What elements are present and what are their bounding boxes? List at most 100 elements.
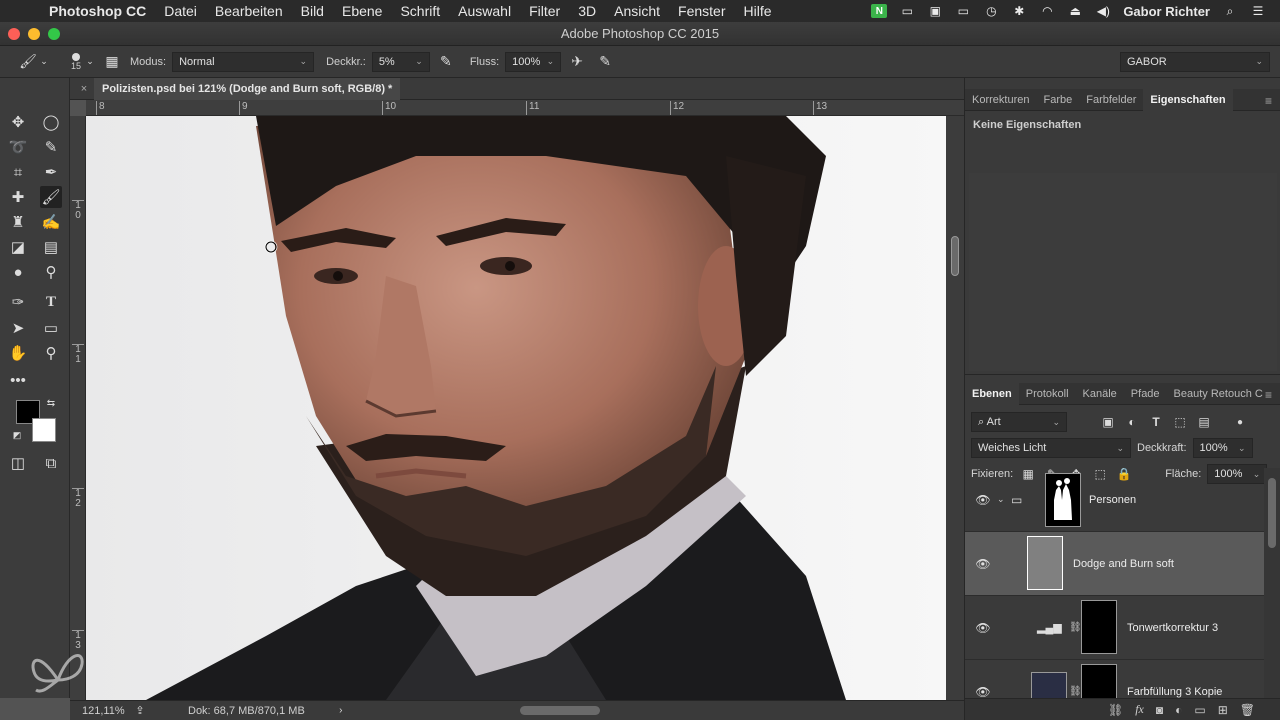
menu-ebene[interactable]: Ebene — [333, 3, 391, 19]
filter-adjustment-icon[interactable]: ◐ — [1123, 413, 1141, 431]
filter-smartobject-icon[interactable]: ▤ — [1195, 413, 1213, 431]
quick-select-icon[interactable]: ✎ — [40, 136, 62, 158]
document-tab[interactable]: Polizisten.psd bei 121% (Dodge and Burn … — [94, 77, 401, 100]
tool-preset-caret-icon[interactable]: ⌄ — [38, 52, 50, 72]
type-icon[interactable]: T — [40, 291, 62, 313]
path-select-icon[interactable]: ➤ — [7, 317, 29, 339]
link-layers-icon[interactable]: ⛓ — [1108, 703, 1123, 717]
filter-shape-icon[interactable]: ⬚ — [1171, 413, 1189, 431]
filter-pixel-icon[interactable]: ▣ — [1099, 413, 1117, 431]
layers-scrollbar[interactable] — [1264, 468, 1280, 698]
close-window-button[interactable] — [8, 28, 20, 40]
canvas-vertical-scrollbar[interactable] — [946, 116, 964, 700]
pen-icon[interactable]: ✑ — [7, 291, 29, 313]
zoom-icon[interactable]: ⚲ — [40, 342, 62, 364]
layer-name[interactable]: Personen — [1089, 494, 1136, 506]
tab-kanaele[interactable]: Kanäle — [1076, 383, 1124, 405]
background-color-swatch[interactable] — [32, 418, 56, 442]
scrollbar-thumb[interactable] — [1268, 478, 1276, 548]
layer-row-tonwertkorrektur-3[interactable]: 👁 ▂▄▆ ⛓ Tonwertkorrektur 3 — [965, 596, 1265, 660]
visibility-eye-icon[interactable]: 👁 — [975, 493, 991, 507]
workspace-select[interactable]: GABOR ⌄ — [1120, 51, 1270, 72]
airplay-icon[interactable]: ▣ — [927, 4, 943, 18]
chevron-right-icon[interactable]: › — [331, 701, 351, 720]
wifi-icon[interactable]: ◠ — [1039, 4, 1055, 18]
menu-hilfe[interactable]: Hilfe — [735, 3, 781, 19]
visibility-eye-icon[interactable]: 👁 — [975, 621, 991, 635]
link-icon[interactable]: ⛓ — [1069, 686, 1082, 697]
canvas-horizontal-scrollbar[interactable] — [520, 706, 600, 715]
layer-filter-select[interactable]: ⌕ Art ⌄ — [971, 412, 1067, 432]
user-name[interactable]: Gabor Richter — [1123, 4, 1210, 19]
ellipse-marquee-icon[interactable]: ◯ — [40, 111, 62, 133]
stamp-icon[interactable]: ♜ — [7, 211, 29, 233]
more-icon[interactable]: ••• — [7, 369, 29, 391]
blend-mode-select[interactable]: Weiches Licht ⌄ — [971, 438, 1131, 458]
pressure-opacity-icon[interactable]: ✎ — [436, 52, 456, 72]
share-icon[interactable]: ⇪ — [130, 701, 150, 720]
time-machine-icon[interactable]: ◷ — [983, 4, 999, 18]
lasso-icon[interactable]: ➰ — [7, 136, 29, 158]
tab-korrekturen[interactable]: Korrekturen — [965, 89, 1036, 111]
close-document-icon[interactable]: × — [74, 83, 94, 95]
document-canvas[interactable] — [86, 116, 946, 700]
filter-type-icon[interactable]: T — [1147, 413, 1165, 431]
menu-auswahl[interactable]: Auswahl — [449, 3, 520, 19]
panel-menu-icon[interactable]: ≡ — [1265, 94, 1272, 108]
menu-filter[interactable]: Filter — [520, 3, 569, 19]
menu-bild[interactable]: Bild — [292, 3, 333, 19]
tab-beauty-retouch[interactable]: Beauty Retouch C — [1167, 383, 1270, 405]
dodge-icon[interactable]: ⚲ — [40, 261, 62, 283]
minimize-window-button[interactable] — [28, 28, 40, 40]
expand-chevron-icon[interactable]: ⌄ — [997, 494, 1005, 505]
menu-app[interactable]: Photoshop CC — [40, 3, 155, 19]
brush-tool-icon[interactable]: 🖌 — [18, 52, 38, 72]
fill-color-thumbnail[interactable] — [1031, 672, 1067, 698]
vertical-ruler[interactable]: 1 0 1 1 1 2 1 3 — [70, 116, 86, 700]
link-icon[interactable]: ⛓ — [1069, 622, 1082, 633]
new-group-icon[interactable]: ▭ — [1194, 703, 1205, 717]
eraser-icon[interactable]: ◪ — [7, 236, 29, 258]
battery-icon[interactable]: ▭ — [955, 4, 971, 18]
layer-mask-thumbnail[interactable] — [1081, 664, 1117, 698]
brush-picker-caret-icon[interactable]: ⌄ — [84, 52, 96, 72]
layer-name[interactable]: Dodge and Burn soft — [1073, 558, 1174, 570]
layer-name[interactable]: Farbfüllung 3 Kopie — [1127, 686, 1222, 698]
scrollbar-thumb[interactable] — [951, 236, 959, 276]
bluetooth-icon[interactable]: ✱ — [1011, 4, 1027, 18]
screen-mode-icon[interactable]: ⧉ — [40, 452, 62, 474]
filter-toggle-icon[interactable]: ● — [1231, 413, 1249, 431]
tab-farbe[interactable]: Farbe — [1036, 89, 1079, 111]
horizontal-ruler[interactable]: 8 9 10 11 12 13 — [86, 100, 964, 116]
eyedropper-icon[interactable]: ✒ — [40, 161, 62, 183]
document-size[interactable]: Dok: 68,7 MB/870,1 MB — [188, 705, 305, 717]
visibility-eye-icon[interactable]: 👁 — [975, 557, 991, 571]
visibility-eye-icon[interactable]: 👁 — [975, 685, 991, 699]
panel-menu-icon[interactable]: ≡ — [1265, 388, 1272, 402]
trash-icon[interactable]: 🗑 — [1240, 703, 1255, 717]
menu-fenster[interactable]: Fenster — [669, 3, 734, 19]
layer-name[interactable]: Tonwertkorrektur 3 — [1127, 622, 1218, 634]
new-adjustment-icon[interactable]: ◐ — [1175, 703, 1182, 717]
quick-mask-icon[interactable]: ◫ — [7, 452, 29, 474]
gradient-icon[interactable]: ▤ — [40, 236, 62, 258]
default-colors-icon[interactable]: ◩ — [10, 428, 24, 442]
airbrush-icon[interactable]: ✈ — [567, 52, 587, 72]
layer-mask-thumbnail[interactable] — [1045, 473, 1081, 527]
brush-panel-toggle-icon[interactable]: ▦ — [102, 52, 122, 72]
brush-icon[interactable]: 🖌 — [40, 186, 62, 208]
mode-select[interactable]: Normal ⌄ — [172, 51, 315, 72]
menu-3d[interactable]: 3D — [569, 3, 605, 19]
history-brush-icon[interactable]: ✍ — [40, 211, 62, 233]
layer-opacity-select[interactable]: 100% ⌄ — [1192, 438, 1253, 458]
crop-icon[interactable]: ⌗ — [7, 161, 29, 183]
layer-thumbnail[interactable] — [1027, 536, 1063, 590]
menu-datei[interactable]: Datei — [155, 3, 206, 19]
volume-icon[interactable]: ◀) — [1095, 4, 1111, 18]
layer-mask-thumbnail[interactable] — [1081, 600, 1117, 654]
menu-bearbeiten[interactable]: Bearbeiten — [206, 3, 292, 19]
tab-pfade[interactable]: Pfade — [1124, 383, 1167, 405]
swap-colors-icon[interactable]: ⇆ — [44, 396, 58, 410]
move-icon[interactable]: ✥ — [7, 111, 29, 133]
zoom-level[interactable]: 121,11% — [70, 705, 130, 717]
